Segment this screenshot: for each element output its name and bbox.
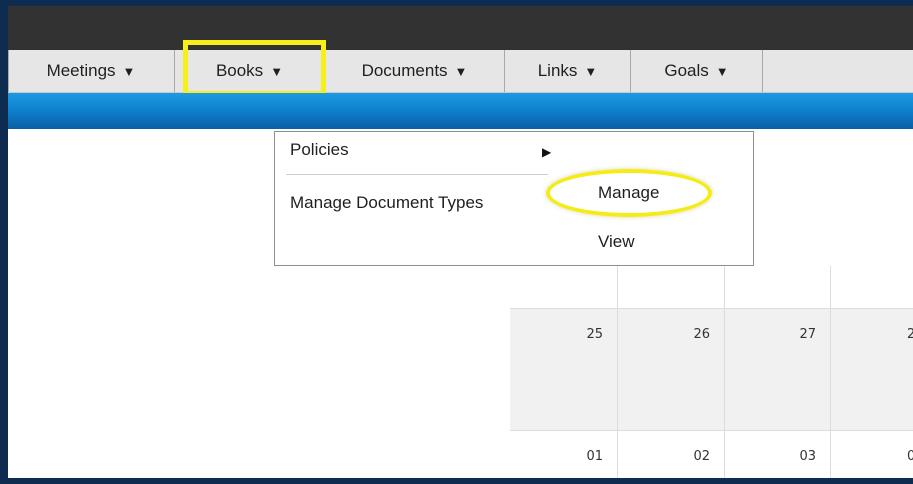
dropdown-caret-icon: ▼ [270,63,284,79]
calendar-cell[interactable] [618,266,725,309]
nav-item-goals[interactable]: Goals ▼ [631,50,763,92]
day-number: 26 [693,327,710,342]
calendar-day-cell[interactable]: 27 [725,309,831,431]
calendar-grid: 25 26 27 2 01 02 03 0 [510,266,913,478]
dropdown-caret-icon: ▼ [454,63,468,79]
nav-item-label: Goals [664,61,709,80]
nav-item-documents[interactable]: Documents ▼ [325,50,505,92]
calendar-day-cell[interactable]: 25 [510,309,618,431]
day-number: 02 [693,449,710,464]
nav-item-label: Books [215,61,264,80]
calendar-day-cell[interactable]: 26 [618,309,725,431]
dropdown-caret-icon: ▼ [122,63,136,79]
day-number: 03 [799,449,816,464]
submenu-item-manage[interactable]: Manage [598,183,659,203]
nav-item-label: Meetings [46,61,116,80]
calendar-cell[interactable] [510,266,618,309]
nav-item-links[interactable]: Links ▼ [505,50,631,92]
day-number: 0 [907,449,913,464]
calendar-day-cell[interactable]: 2 [831,309,913,431]
day-number: 25 [586,327,603,342]
submenu-arrow-icon: ▶ [542,145,552,159]
app-window: Meetings ▼ Books ▼ Documents ▼ Links ▼ G… [8,6,913,478]
dropdown-caret-icon: ▼ [584,63,598,79]
nav-item-label: Links [537,61,578,80]
nav-item-meetings[interactable]: Meetings ▼ [8,50,175,92]
menu-separator [286,174,548,175]
calendar-day-cell[interactable]: 01 [510,431,618,478]
calendar-day-cell[interactable]: 0 [831,431,913,478]
calendar-cell[interactable] [831,266,913,309]
menu-item-policies[interactable]: Policies [290,140,349,160]
day-number: 27 [799,327,816,342]
calendar-day-cell[interactable]: 03 [725,431,831,478]
calendar-cell[interactable] [725,266,831,309]
day-number: 01 [586,449,603,464]
nav-item-label: Documents [361,61,448,80]
calendar-day-cell[interactable]: 02 [618,431,725,478]
menu-item-manage-document-types[interactable]: Manage Document Types [290,193,483,213]
submenu-item-view[interactable]: View [598,232,635,252]
day-number: 2 [907,327,913,342]
top-header-bar [8,6,913,50]
main-nav-bar: Meetings ▼ Books ▼ Documents ▼ Links ▼ G… [8,50,913,93]
dropdown-caret-icon: ▼ [715,63,729,79]
nav-item-books[interactable]: Books ▼ [175,50,325,92]
blue-banner-bar [8,93,913,129]
